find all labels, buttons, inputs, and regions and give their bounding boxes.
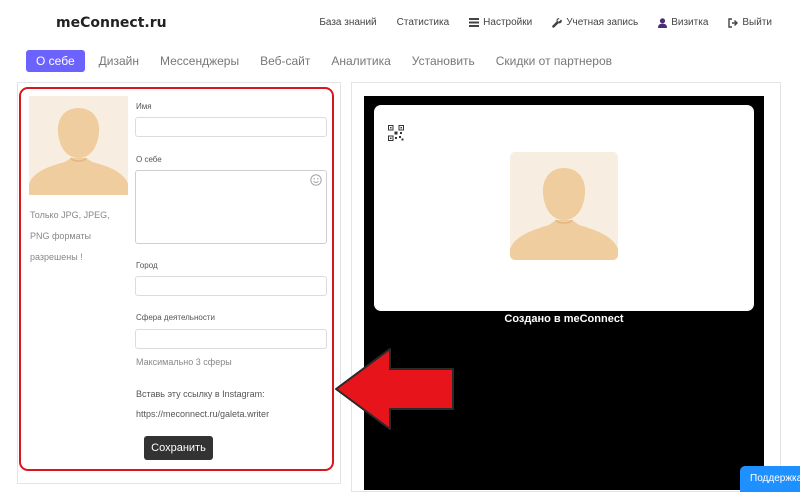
- menu-icon: [469, 18, 480, 27]
- tab-design[interactable]: Дизайн: [89, 50, 149, 72]
- nav-label: Настройки: [483, 17, 533, 28]
- nav-label: Учетная запись: [566, 17, 639, 28]
- sign-out-icon: [728, 17, 739, 28]
- top-nav: База знаний Статистика Настройки Учетная…: [319, 17, 772, 28]
- created-in-label: Создано в meConnect: [504, 313, 624, 325]
- app-logo[interactable]: meConnect.ru: [56, 15, 167, 31]
- arrow-annotation-icon: [335, 348, 454, 430]
- wrench-icon: [552, 17, 563, 28]
- nav-settings[interactable]: Настройки: [469, 17, 532, 28]
- profile-tabs: О себе Дизайн Мессенджеры Веб-сайт Анали…: [26, 50, 623, 72]
- tab-website[interactable]: Веб-сайт: [250, 50, 320, 72]
- tab-analytics[interactable]: Аналитика: [321, 50, 400, 72]
- top-bar: meConnect.ru База знаний Статистика Наст…: [0, 0, 800, 46]
- support-button[interactable]: Поддержка: [740, 466, 800, 492]
- nav-label: Выйти: [742, 17, 772, 28]
- tab-about[interactable]: О себе: [26, 50, 85, 72]
- user-icon: [658, 17, 668, 28]
- nav-statistics[interactable]: Статистика: [397, 17, 450, 28]
- nav-label: Статистика: [396, 17, 450, 28]
- nav-account[interactable]: Учетная запись: [552, 17, 638, 28]
- tab-install[interactable]: Установить: [402, 50, 485, 72]
- preview-avatar: [510, 152, 618, 260]
- nav-label: Визитка: [671, 17, 709, 28]
- tab-messengers[interactable]: Мессенджеры: [150, 50, 249, 72]
- nav-logout[interactable]: Выйти: [728, 17, 772, 28]
- nav-knowledge-base[interactable]: База знаний: [319, 17, 376, 28]
- qr-code-icon[interactable]: [388, 125, 404, 141]
- nav-card[interactable]: Визитка: [658, 17, 708, 28]
- tab-partner-discounts[interactable]: Скидки от партнеров: [486, 50, 622, 72]
- highlight-frame: [19, 87, 334, 471]
- nav-label: База знаний: [319, 17, 377, 28]
- avatar-placeholder-icon: [510, 168, 618, 260]
